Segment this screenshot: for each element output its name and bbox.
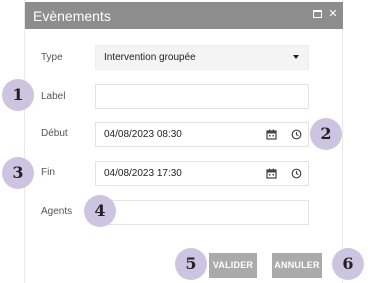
label-input[interactable] [95,84,309,109]
calendar-icon[interactable] [266,129,277,140]
label-label: Label [41,91,66,102]
fin-label: Fin [41,167,55,178]
dialog-titlebar[interactable]: Evènements ✕ [25,2,343,29]
chevron-down-icon [293,55,299,59]
fin-datetime-input[interactable]: 04/08/2023 17:30 [95,161,309,186]
annotation-badge-2: 2 [310,118,342,150]
type-select-value: Intervention groupée [104,52,196,63]
type-select[interactable]: Intervention groupée [95,45,309,70]
screen: Evènements ✕ Type Intervention groupée L… [0,0,368,283]
type-label: Type [41,52,63,63]
valider-button[interactable]: VALIDER [209,253,257,278]
annotation-badge-6: 6 [332,248,364,280]
agents-label: Agents [41,206,73,217]
clock-icon[interactable] [291,168,302,179]
annotation-badge-1: 1 [2,79,34,111]
agents-input[interactable] [95,200,309,225]
debut-value: 04/08/2023 08:30 [104,129,182,140]
annotation-badge-4: 4 [84,195,116,227]
debut-label: Début [41,128,68,139]
dialog-title: Evènements [33,8,111,24]
fin-value: 04/08/2023 17:30 [104,168,182,179]
annotation-badge-3: 3 [2,157,34,189]
annotation-badge-5: 5 [175,248,207,280]
close-icon[interactable]: ✕ [327,8,339,20]
calendar-icon[interactable] [266,168,277,179]
maximize-icon[interactable] [311,8,323,20]
debut-datetime-input[interactable]: 04/08/2023 08:30 [95,122,309,147]
clock-icon[interactable] [291,129,302,140]
events-dialog: Evènements ✕ Type Intervention groupée L… [24,0,343,283]
annuler-button[interactable]: ANNULER [272,253,322,278]
